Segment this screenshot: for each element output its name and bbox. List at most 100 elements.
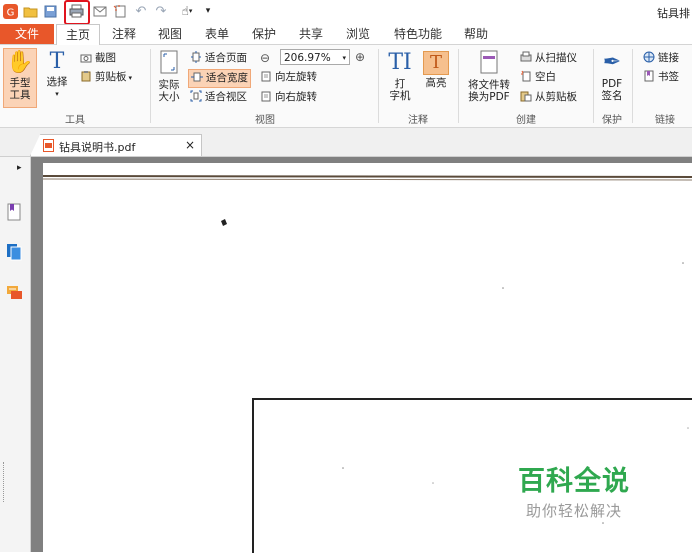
bookmarks-panel-icon[interactable]	[6, 203, 22, 224]
document-view[interactable]: 百科全说 助你轻松解决	[31, 157, 692, 553]
pdf-file-icon	[43, 139, 54, 155]
fit-page-icon	[190, 51, 202, 63]
globe-link-icon	[643, 51, 655, 63]
document-tab-title: 钻具说明书.pdf	[59, 141, 136, 154]
zoom-value: 206.97%	[284, 52, 331, 64]
tab-form[interactable]: 表单	[197, 24, 237, 44]
open-icon[interactable]	[22, 3, 38, 19]
camera-icon	[80, 52, 92, 64]
actual-size-button[interactable]: 实际 大小	[154, 48, 184, 108]
fit-page-button[interactable]: 适合页面	[190, 50, 247, 67]
rotate-right-label: 向右旋转	[275, 91, 317, 103]
group-label-view: 视图	[255, 115, 275, 126]
email-icon[interactable]	[92, 3, 108, 19]
watermark-title: 百科全说	[518, 466, 630, 497]
convert-pdf-icon	[464, 48, 514, 79]
from-clipboard-button[interactable]: 从剪贴板	[520, 89, 577, 106]
rotate-left-icon	[260, 70, 272, 82]
comments-panel-icon[interactable]	[6, 285, 23, 305]
tab-help[interactable]: 帮助	[456, 24, 496, 44]
ribbon-separator	[150, 49, 151, 123]
navigation-panel: ▸	[0, 157, 31, 552]
clipboard-button[interactable]: 剪贴板 ▾	[80, 69, 132, 86]
blank-page-icon	[520, 70, 532, 82]
hand-dropdown-icon[interactable]: ☝ ▾	[174, 3, 200, 19]
redo-icon[interactable]: ↷	[153, 3, 169, 19]
tab-share[interactable]: 共享	[291, 24, 331, 44]
watermark: 百科全说 助你轻松解决	[518, 459, 630, 521]
rotate-left-label: 向左旋转	[275, 71, 317, 83]
clipboard-icon	[80, 70, 92, 82]
typewriter-label: 打 字机	[389, 78, 411, 102]
app-logo-icon: G	[2, 3, 18, 19]
rotate-left-button[interactable]: 向左旋转	[260, 69, 317, 86]
panel-resize-handle[interactable]	[3, 462, 6, 502]
screenshot-button[interactable]: 截图	[80, 50, 116, 67]
highlight-label: 高亮	[425, 77, 447, 89]
rotate-right-button[interactable]: 向右旋转	[260, 89, 317, 106]
ribbon-separator	[378, 49, 379, 123]
group-label-create: 创建	[516, 115, 536, 126]
fit-visible-icon	[190, 90, 202, 102]
pages-panel-icon[interactable]	[6, 243, 22, 264]
from-scanner-label: 从扫描仪	[535, 52, 577, 64]
actual-size-label: 实际 大小	[158, 79, 180, 103]
clipboard-label: 剪贴板	[95, 71, 127, 83]
from-scanner-button[interactable]: 从扫描仪	[520, 50, 577, 67]
group-label-protect: 保护	[602, 115, 622, 126]
bookmark-label: 书签	[658, 71, 679, 83]
group-label-comment: 注释	[408, 115, 428, 126]
tab-features[interactable]: 特色功能	[386, 24, 450, 44]
link-label: 链接	[658, 52, 679, 64]
hand-tool-button[interactable]: ✋ 手型 工具	[3, 48, 37, 108]
highlight-button[interactable]: T 高亮	[420, 48, 452, 108]
fit-width-label: 适合宽度	[206, 72, 248, 84]
select-button[interactable]: T 选择 ▾	[42, 48, 72, 108]
tab-comment[interactable]: 注释	[104, 24, 144, 44]
select-label: 选择	[46, 76, 68, 88]
tab-view[interactable]: 视图	[150, 24, 190, 44]
highlight-icon: T	[423, 51, 449, 75]
from-clipboard-label: 从剪贴板	[535, 91, 577, 103]
bookmark-button[interactable]: 书签	[643, 69, 679, 86]
actual-size-icon	[154, 48, 184, 79]
group-label-tools: 工具	[65, 115, 85, 126]
document-tab-bar: 钻具说明书.pdf ×	[0, 128, 692, 157]
document-tab[interactable]: 钻具说明书.pdf ×	[30, 134, 202, 156]
zoom-dropdown-icon: ▾	[342, 54, 346, 62]
link-button[interactable]: 链接	[643, 50, 679, 67]
signature-pen-icon: ✒	[602, 50, 622, 75]
pdf-sign-label: PDF 签名	[601, 78, 623, 102]
undo-icon[interactable]: ↶	[133, 3, 149, 19]
convert-to-pdf-button[interactable]: 将文件转 换为PDF	[464, 48, 514, 108]
tab-protect[interactable]: 保护	[244, 24, 284, 44]
zoom-out-icon[interactable]: ⊖	[260, 51, 270, 65]
save-icon[interactable]	[42, 3, 58, 19]
pdf-sign-button[interactable]: ✒ PDF 签名	[597, 48, 627, 108]
customize-qa-icon[interactable]: ▾	[200, 3, 216, 19]
typewriter-icon: TI	[388, 50, 412, 75]
hand-icon: ✋	[6, 50, 34, 75]
fit-visible-label: 适合视区	[205, 91, 247, 103]
zoom-select[interactable]: 206.97% ▾	[280, 49, 350, 65]
fit-visible-button[interactable]: 适合视区	[190, 89, 247, 106]
fit-width-icon	[191, 71, 203, 83]
select-dropdown-icon: ▾	[55, 90, 59, 98]
new-doc-icon[interactable]	[112, 3, 128, 19]
tab-file[interactable]: 文件	[0, 24, 54, 44]
fit-width-button[interactable]: 适合宽度	[188, 69, 251, 88]
blank-button[interactable]: 空白	[520, 69, 556, 86]
blank-label: 空白	[535, 71, 556, 83]
expand-panel-icon[interactable]: ▸	[17, 163, 22, 173]
ribbon: ✋ 手型 工具 T 选择 ▾ 截图 剪贴板 ▾ 工具 实际 大小 适合页面 适合宽…	[0, 45, 692, 128]
zoom-in-icon[interactable]: ⊕	[355, 50, 365, 64]
tab-home[interactable]: 主页	[56, 24, 100, 45]
bookmark-icon	[643, 70, 655, 82]
hand-tool-label: 手型 工具	[9, 77, 31, 101]
typewriter-button[interactable]: TI 打 字机	[384, 48, 416, 108]
print-highlight-box	[64, 0, 90, 25]
close-tab-icon[interactable]: ×	[185, 138, 195, 152]
tab-browse[interactable]: 浏览	[338, 24, 378, 44]
group-label-links: 链接	[655, 115, 675, 126]
svg-text:G: G	[6, 7, 14, 18]
